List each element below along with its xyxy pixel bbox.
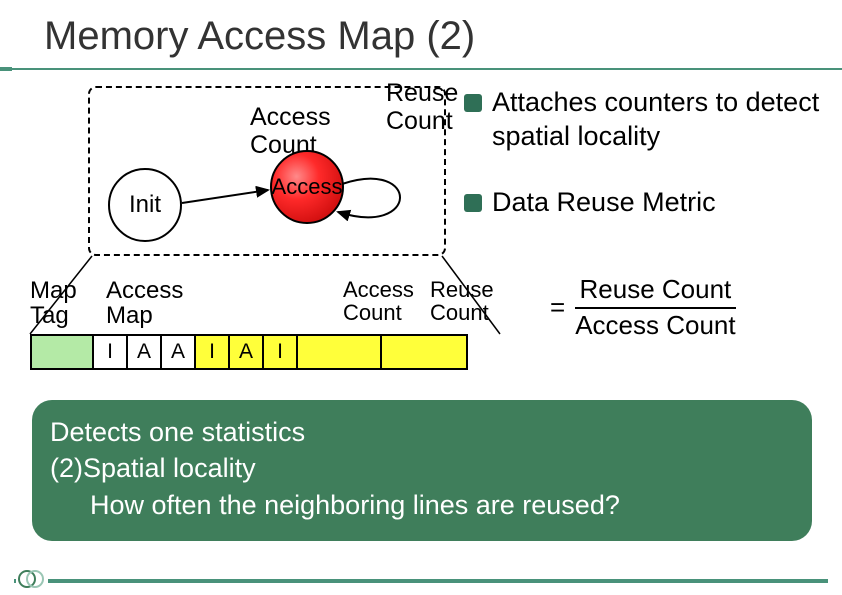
logo-icon — [16, 567, 48, 591]
summary-line-1: Detects one statistics — [50, 414, 794, 450]
formula: = Reuse Count Access Count — [540, 275, 736, 341]
slide-title: Memory Access Map (2) — [0, 0, 842, 65]
summary-line-2: (2)Spatial locality — [50, 450, 794, 486]
cell-state-1: A — [128, 336, 162, 368]
table-row: I A A I A I — [30, 334, 468, 370]
fraction-numerator: Reuse Count — [580, 275, 732, 305]
bullet-1-text: Attaches counters to detect spatial loca… — [492, 86, 832, 154]
title-underline — [0, 67, 842, 71]
cell-state-5: I — [264, 336, 298, 368]
map-tag-header: Map Tag — [30, 278, 77, 328]
cell-state-2: A — [162, 336, 196, 368]
bullet-1: Attaches counters to detect spatial loca… — [464, 86, 832, 154]
bullet-2: Data Reuse Metric — [464, 186, 832, 220]
summary-callout: Detects one statistics (2)Spatial locali… — [32, 400, 812, 541]
cell-access-count — [298, 336, 382, 368]
state-diagram: Reuse Count Access Count Init Access — [88, 86, 446, 256]
transition-arrows — [90, 88, 448, 258]
fraction-bar — [575, 307, 735, 309]
cell-state-3: I — [196, 336, 230, 368]
access-count-header: Access Count — [343, 278, 423, 324]
cell-state-4: A — [230, 336, 264, 368]
bullet-list: Attaches counters to detect spatial loca… — [464, 86, 832, 233]
bullet-icon — [464, 94, 482, 112]
cell-reuse-count — [382, 336, 466, 368]
equals-sign: = — [550, 292, 565, 323]
fraction-denominator: Access Count — [575, 311, 735, 341]
reuse-count-header: Reuse Count — [430, 278, 510, 324]
cell-state-0: I — [94, 336, 128, 368]
bullet-2-text: Data Reuse Metric — [492, 186, 832, 220]
memory-map-table: Map Tag Access Map Access Count Reuse Co… — [30, 278, 77, 328]
bullet-icon — [464, 194, 482, 212]
fraction: Reuse Count Access Count — [575, 275, 735, 341]
footer-divider — [14, 579, 828, 583]
cell-map-tag — [32, 336, 94, 368]
summary-line-3: How often the neighboring lines are reus… — [50, 487, 794, 523]
access-map-header: Access Map — [106, 278, 183, 328]
